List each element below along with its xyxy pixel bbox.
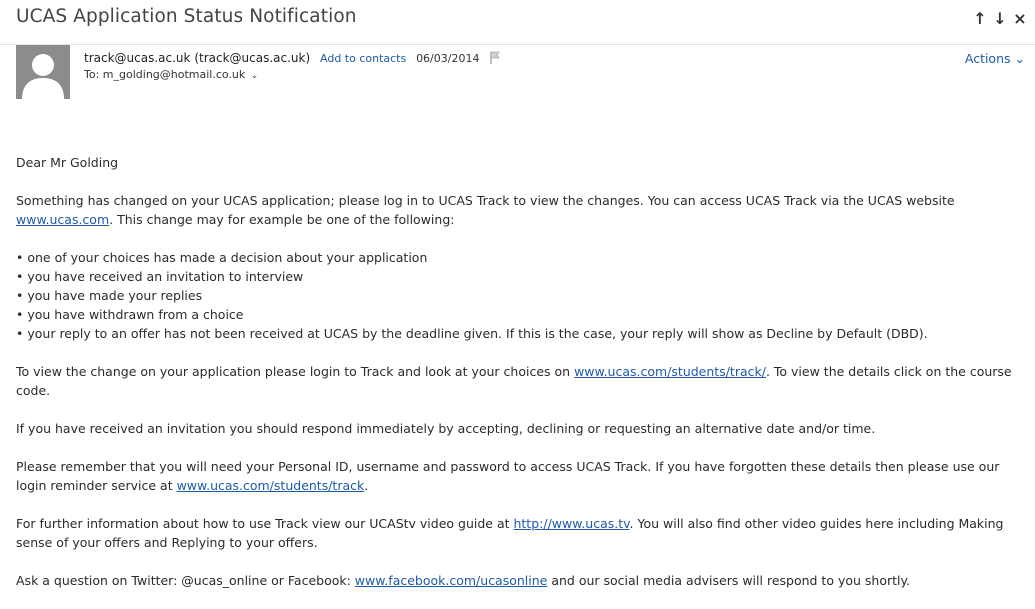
paragraph-invitation: If you have received an invitation you s… xyxy=(16,421,876,436)
add-to-contacts-link[interactable]: Add to contacts xyxy=(320,52,406,65)
change-reasons-list: one of your choices has made a decision … xyxy=(16,248,1026,343)
previous-message-arrow-icon[interactable]: ↑ xyxy=(973,9,987,28)
list-item: one of your choices has made a decision … xyxy=(16,248,1026,267)
message-body: Dear Mr Golding Something has changed on… xyxy=(16,153,1026,609)
paragraph-video-guides: For further information about how to use… xyxy=(16,516,1004,550)
message-date: 06/03/2014 xyxy=(416,52,480,65)
actions-chevron-down-icon: ⌄ xyxy=(1014,51,1025,66)
paragraph-login-reminder: Please remember that you will need your … xyxy=(16,459,1000,493)
facebook-link[interactable]: www.facebook.com/ucasonline xyxy=(355,573,548,588)
next-message-arrow-icon[interactable]: ↓ xyxy=(993,9,1007,28)
sender-avatar-icon xyxy=(16,45,70,99)
flag-icon[interactable] xyxy=(489,51,501,67)
recipient-address[interactable]: m_golding@hotmail.co.uk xyxy=(103,68,245,81)
ucas-tv-link[interactable]: http://www.ucas.tv xyxy=(513,516,629,531)
list-item: you have received an invitation to inter… xyxy=(16,267,1026,286)
list-item: your reply to an offer has not been rece… xyxy=(16,324,1026,343)
sender-email[interactable]: track@ucas.ac.uk xyxy=(84,51,190,65)
recipient-line: To: m_golding@hotmail.co.uk ⌄ xyxy=(84,68,258,81)
recipient-expand-chevron-down-icon[interactable]: ⌄ xyxy=(251,71,259,81)
paragraph-view-change: To view the change on your application p… xyxy=(16,364,1012,398)
message-header: UCAS Application Status Notification ↑ ↓… xyxy=(0,0,1035,45)
list-item: you have made your replies xyxy=(16,286,1026,305)
paragraph-intro: Something has changed on your UCAS appli… xyxy=(16,193,955,227)
sender-display-address: (track@ucas.ac.uk) xyxy=(194,51,311,65)
message-subject: UCAS Application Status Notification xyxy=(16,6,357,27)
actions-menu-button[interactable]: Actions ⌄ xyxy=(965,51,1025,66)
sender-line: track@ucas.ac.uk (track@ucas.ac.uk) Add … xyxy=(84,51,501,67)
track-reminder-link[interactable]: www.ucas.com/students/track xyxy=(177,478,365,493)
ucas-website-link[interactable]: www.ucas.com xyxy=(16,212,109,227)
greeting: Dear Mr Golding xyxy=(16,155,119,170)
paragraph-social: Ask a question on Twitter: @ucas_online … xyxy=(16,573,911,588)
actions-label: Actions xyxy=(964,51,1011,66)
list-item: you have withdrawn from a choice xyxy=(16,305,1026,324)
close-icon[interactable]: × xyxy=(1013,9,1027,28)
track-link[interactable]: www.ucas.com/students/track/ xyxy=(574,364,766,379)
to-label: To: xyxy=(84,68,100,81)
message-navigation: ↑ ↓ × xyxy=(973,9,1027,28)
